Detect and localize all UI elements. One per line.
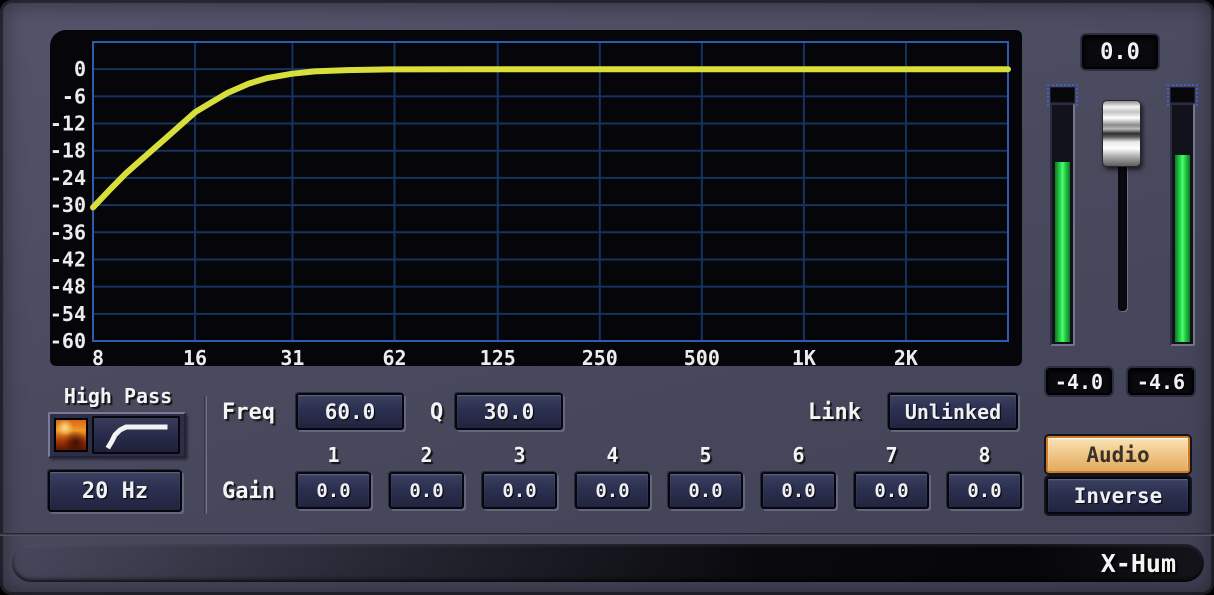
inverse-button[interactable]: Inverse	[1046, 477, 1190, 514]
freq-label: Freq	[222, 400, 275, 425]
svg-text:-24: -24	[50, 166, 86, 190]
svg-text:500: 500	[684, 346, 720, 366]
gain-channel-number: 8	[947, 443, 1022, 467]
q-label: Q	[430, 400, 443, 425]
gain-field-2[interactable]: 0.0	[389, 472, 464, 509]
gain-channel-number: 5	[668, 443, 743, 467]
freq-field[interactable]: 60.0	[296, 393, 404, 430]
svg-text:-36: -36	[50, 220, 86, 244]
meter-readout-left[interactable]: -4.0	[1046, 368, 1112, 395]
gain-channel-number: 7	[854, 443, 929, 467]
q-field[interactable]: 30.0	[455, 393, 563, 430]
svg-text:16: 16	[183, 346, 207, 366]
svg-text:-12: -12	[50, 112, 86, 136]
high-pass-label: High Pass	[48, 384, 188, 408]
gain-label: Gain	[222, 479, 275, 504]
svg-text:31: 31	[280, 346, 304, 366]
svg-text:8: 8	[92, 346, 104, 366]
high-pass-curve-icon	[99, 419, 173, 451]
gain-field-6[interactable]: 0.0	[761, 472, 836, 509]
svg-text:0: 0	[74, 57, 86, 81]
plugin-title: X-Hum	[1101, 549, 1176, 578]
svg-text:-54: -54	[50, 302, 86, 326]
title-bar: X-Hum	[12, 544, 1204, 582]
bottom-seam	[0, 533, 1214, 536]
gain-field-1[interactable]: 0.0	[296, 472, 371, 509]
svg-text:-6: -6	[62, 84, 86, 108]
frequency-response-graph: 0 -6 -12 -18 -24 -30 -36 -42 -48 -54 -60 8 16 31 62 125…	[50, 30, 1022, 366]
gain-channel-number: 1	[296, 443, 371, 467]
gain-field-3[interactable]: 0.0	[482, 472, 557, 509]
link-select[interactable]: Unlinked	[888, 393, 1018, 430]
gain-field-7[interactable]: 0.0	[854, 472, 929, 509]
svg-text:-42: -42	[50, 247, 86, 271]
svg-text:-30: -30	[50, 193, 86, 217]
plugin-window: 0-6-12-18-24-30-36-42-48-54-608163162125…	[0, 0, 1214, 595]
svg-text:-60: -60	[50, 329, 86, 353]
level-meter-right	[1170, 103, 1195, 346]
output-gain-display[interactable]: 0.0	[1082, 35, 1158, 69]
svg-text:-48: -48	[50, 275, 86, 299]
svg-text:250: 250	[582, 346, 618, 366]
meter-readout-right[interactable]: -4.6	[1128, 368, 1194, 395]
high-pass-enable-button[interactable]	[54, 418, 88, 452]
svg-text:1K: 1K	[792, 346, 816, 366]
gain-channel-number: 6	[761, 443, 836, 467]
high-pass-button-group	[48, 412, 186, 458]
gain-channel-number: 4	[575, 443, 650, 467]
clip-indicator-right[interactable]	[1170, 87, 1195, 103]
svg-text:62: 62	[382, 346, 406, 366]
gain-field-8[interactable]: 0.0	[947, 472, 1022, 509]
link-label: Link	[808, 400, 861, 425]
response-plot: 0 -6 -12 -18 -24 -30 -36 -42 -48 -54 -60 8 16 31 62 125…	[50, 30, 1022, 366]
audio-button[interactable]: Audio	[1046, 436, 1190, 473]
gain-field-5[interactable]: 0.0	[668, 472, 743, 509]
gain-channel-number: 2	[389, 443, 464, 467]
clip-indicator-left[interactable]	[1050, 87, 1075, 103]
svg-text:2K: 2K	[894, 346, 918, 366]
svg-text:-18: -18	[50, 139, 86, 163]
meter-fill-right	[1175, 155, 1190, 342]
svg-text:125: 125	[480, 346, 516, 366]
gain-field-4[interactable]: 0.0	[575, 472, 650, 509]
level-meter-left	[1050, 103, 1075, 346]
high-pass-freq-select[interactable]: 20 Hz	[48, 470, 182, 512]
gain-channel-number: 3	[482, 443, 557, 467]
high-pass-curve-button[interactable]	[92, 416, 180, 454]
meter-fill-left	[1055, 162, 1070, 342]
section-divider	[204, 396, 207, 514]
output-fader-handle[interactable]	[1102, 100, 1141, 167]
